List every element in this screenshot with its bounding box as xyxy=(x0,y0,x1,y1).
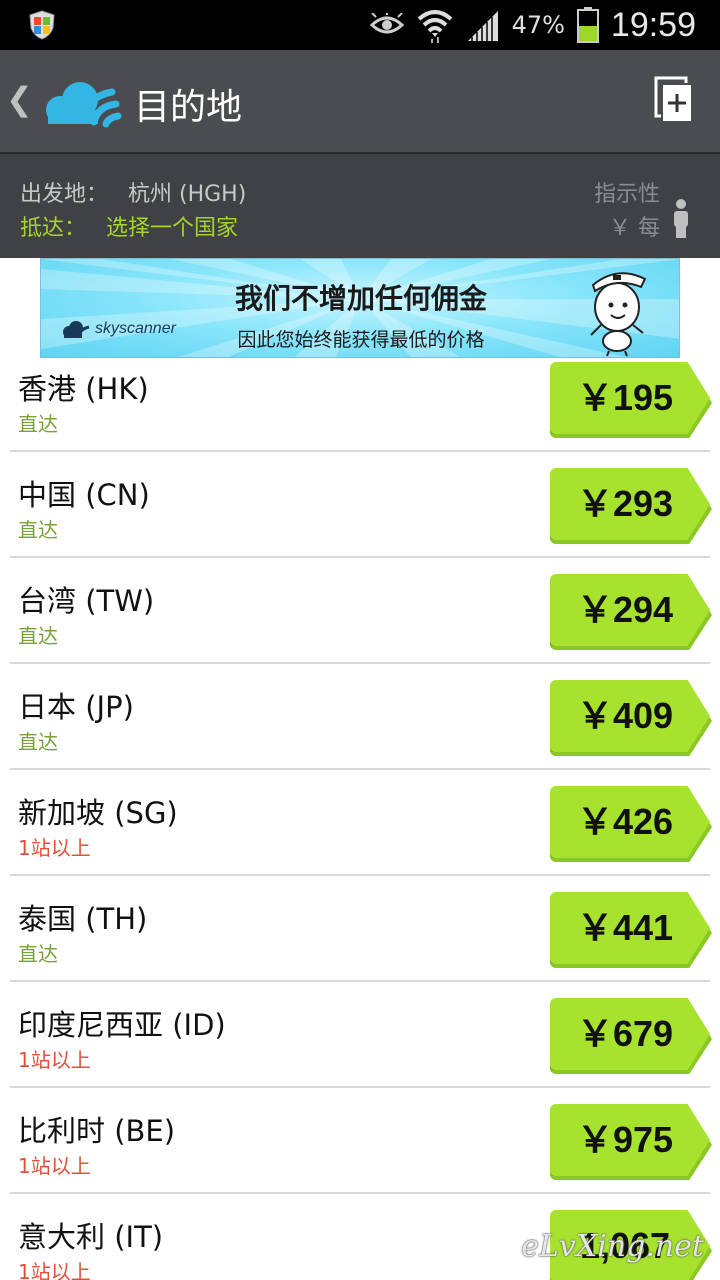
destination-name: 意大利 (IT) xyxy=(18,1220,164,1254)
back-chevron-icon[interactable]: ❮ xyxy=(6,80,33,118)
price-tag[interactable]: ￥441 xyxy=(550,892,710,964)
signal-icon xyxy=(467,11,498,41)
price-value: ￥975 xyxy=(576,1119,674,1160)
price-value: ￥195 xyxy=(576,377,674,418)
price-value: ￥293 xyxy=(576,483,674,524)
price-value: ￥409 xyxy=(576,695,674,736)
banner-brand: skyscanner xyxy=(61,319,176,339)
destination-row: 抵达： 选择一个国家 xyxy=(20,210,238,242)
skyscanner-cloud-icon[interactable] xyxy=(40,72,126,130)
stops-label: 1站以上 xyxy=(18,1154,91,1178)
destination-value: 选择一个国家 xyxy=(106,216,239,241)
destination-row[interactable]: 日本 (JP) 直达 ￥409 xyxy=(10,664,712,770)
price-value: ￥441 xyxy=(576,907,674,948)
destination-name: 泰国 (TH) xyxy=(18,902,148,936)
destination-name: 台湾 (TW) xyxy=(18,584,155,618)
price-tag[interactable]: ￥975 xyxy=(550,1104,710,1176)
watermark: eLvXing.net xyxy=(521,1229,704,1264)
destination-name: 中国 (CN) xyxy=(18,478,150,512)
status-bar: 47% 19:59 xyxy=(0,0,720,50)
price-tag[interactable]: ￥293 xyxy=(550,468,710,540)
wifi-icon xyxy=(417,10,452,43)
page-title: 目的地 xyxy=(134,87,243,128)
destination-list: 香港 (HK) 直达 ￥195 中国 (CN) 直达 ￥293 台湾 (TW) 直达 ￥294 日… xyxy=(10,358,712,1280)
stops-label: 直达 xyxy=(18,412,58,436)
origin-label: 出发地： xyxy=(20,182,109,207)
stops-label: 直达 xyxy=(18,518,58,542)
eye-icon xyxy=(369,13,404,34)
action-bar: ❮ 目的地 xyxy=(0,50,720,154)
destination-row[interactable]: 泰国 (TH) 直达 ￥441 xyxy=(10,876,712,982)
destination-row[interactable]: 比利时 (BE) 1站以上 ￥975 xyxy=(10,1088,712,1194)
promo-banner[interactable]: 我们不增加任何佣金 因此您始终能获得最低的价格 skyscanner xyxy=(40,258,680,358)
destination-row[interactable]: 印度尼西亚 (ID) 1站以上 ￥679 xyxy=(10,982,712,1088)
price-tag[interactable]: ￥294 xyxy=(550,574,710,646)
clock: 19:59 xyxy=(610,5,696,44)
destination-row[interactable]: 台湾 (TW) 直达 ￥294 xyxy=(10,558,712,664)
price-tag[interactable]: ￥195 xyxy=(550,362,710,434)
destination-row[interactable]: 新加坡 (SG) 1站以上 ￥426 xyxy=(10,770,712,876)
price-tag[interactable]: ￥426 xyxy=(550,786,710,858)
windows-shield-icon xyxy=(29,10,55,40)
price-value: ￥294 xyxy=(576,589,674,630)
stops-label: 直达 xyxy=(18,624,58,648)
destination-row[interactable]: 中国 (CN) 直达 ￥293 xyxy=(10,452,712,558)
skyscanner-cloud-icon xyxy=(63,321,90,338)
origin-row: 出发地： 杭州 (HGH) xyxy=(20,176,246,208)
price-value: ￥426 xyxy=(576,801,674,842)
destination-name: 印度尼西亚 (ID) xyxy=(18,1008,226,1042)
stops-label: 1站以上 xyxy=(18,1260,91,1280)
person-icon xyxy=(674,199,688,238)
destination-name: 日本 (JP) xyxy=(18,690,134,724)
destination-name: 新加坡 (SG) xyxy=(18,796,178,830)
battery-percent: 47% xyxy=(511,11,565,39)
stops-label: 直达 xyxy=(18,942,58,966)
add-card-icon[interactable] xyxy=(654,76,694,124)
battery-icon xyxy=(576,7,599,43)
stops-label: 1站以上 xyxy=(18,836,91,860)
destination-name: 香港 (HK) xyxy=(18,372,149,406)
destination-name: 比利时 (BE) xyxy=(18,1114,176,1148)
price-tag[interactable]: ￥409 xyxy=(550,680,710,752)
origin-value: 杭州 (HGH) xyxy=(128,182,247,207)
destination-label: 抵达： xyxy=(20,216,87,241)
stops-label: 1站以上 xyxy=(18,1048,91,1072)
pilot-mascot-icon xyxy=(590,272,647,357)
banner-brand-text: skyscanner xyxy=(95,320,176,337)
per-person-label: ￥ 每 xyxy=(609,216,660,241)
price-tag[interactable]: ￥679 xyxy=(550,998,710,1070)
trip-summary[interactable]: 出发地： 杭州 (HGH) 抵达： 选择一个国家 指示性 ￥ 每 xyxy=(0,154,720,258)
indicative-label: 指示性 xyxy=(593,182,660,207)
stops-label: 直达 xyxy=(18,730,58,754)
destination-row[interactable]: 香港 (HK) 直达 ￥195 xyxy=(10,358,712,452)
price-value: ￥679 xyxy=(576,1013,674,1054)
